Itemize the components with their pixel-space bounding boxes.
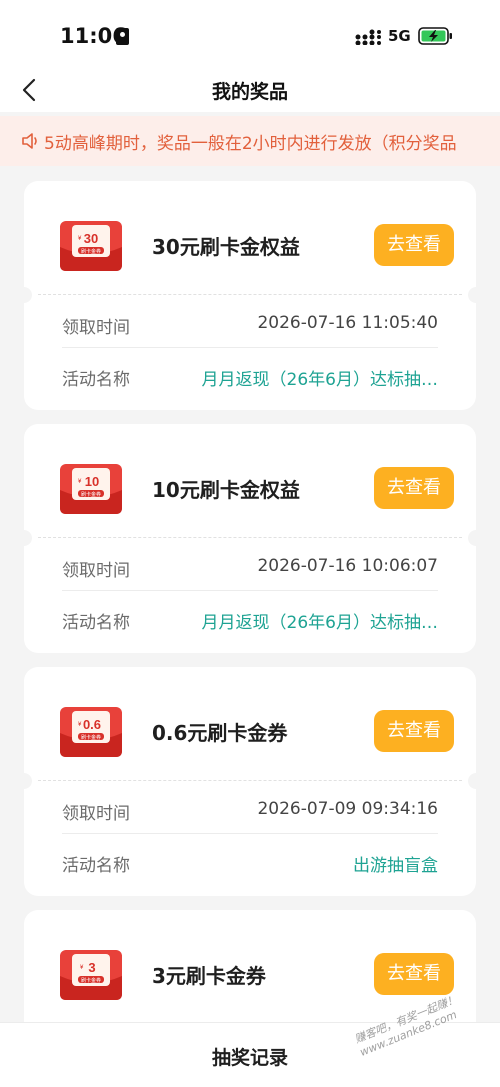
signal-icon [355, 29, 381, 45]
view-button[interactable]: 去查看 [374, 467, 454, 509]
time-value: 2026-07-09 09:34:16 [257, 799, 438, 819]
time-label: 领取时间 [62, 804, 130, 824]
network-label: 5G [388, 27, 411, 45]
notice-text: 5动高峰期时，奖品一般在2小时内进行发放（积分奖品 [44, 134, 457, 154]
dashed-divider [38, 780, 462, 781]
badge-value: 10 [85, 474, 99, 489]
badge-value: 0.6 [83, 717, 101, 732]
row-divider [62, 347, 438, 348]
prize-name: 30元刷卡金权益 [152, 235, 300, 259]
badge-value: 30 [84, 231, 98, 246]
speaker-icon [22, 133, 37, 149]
badge-sub: 刷卡金券 [81, 491, 101, 498]
red-envelope-icon: 3 ¥ 刷卡金券 [60, 950, 122, 1000]
view-button[interactable]: 去查看 [374, 953, 454, 995]
sim-card-icon [116, 28, 129, 45]
time-value: 2026-07-16 10:06:07 [257, 556, 438, 576]
red-envelope-icon: 10 ¥ 刷卡金券 [60, 464, 122, 514]
time-label: 领取时间 [62, 561, 130, 581]
activity-label: 活动名称 [62, 370, 130, 390]
time-label: 领取时间 [62, 318, 130, 338]
dashed-divider [38, 537, 462, 538]
prize-card: 0.6 ¥ 刷卡金券 0.6元刷卡金券 去查看 领取时间 2026-07-09 … [16, 667, 484, 896]
activity-link[interactable]: 月月返现（26年6月）达标抽… [202, 365, 438, 390]
dashed-divider [38, 294, 462, 295]
prize-card: 10 ¥ 刷卡金券 10元刷卡金权益 去查看 领取时间 2026-07-16 1… [16, 424, 484, 653]
time-value: 2026-07-16 11:05:40 [257, 313, 438, 333]
badge-sub: 刷卡金券 [81, 248, 101, 255]
badge-sub: 刷卡金券 [81, 977, 101, 984]
row-divider [62, 833, 438, 834]
view-button[interactable]: 去查看 [374, 710, 454, 752]
badge-value: 3 [88, 960, 95, 975]
badge-sub: 刷卡金券 [81, 734, 101, 741]
activity-link[interactable]: 月月返现（26年6月）达标抽… [202, 608, 438, 633]
notice-bar: 5动高峰期时，奖品一般在2小时内进行发放（积分奖品 [0, 116, 500, 166]
red-envelope-icon: 30 ¥ 刷卡金券 [60, 221, 122, 271]
red-envelope-icon: 0.6 ¥ 刷卡金券 [60, 707, 122, 757]
prize-name: 0.6元刷卡金券 [152, 721, 288, 745]
row-divider [62, 590, 438, 591]
prize-name: 3元刷卡金券 [152, 964, 266, 988]
activity-link[interactable]: 出游抽盲盒 [353, 851, 438, 876]
page-title: 我的奖品 [211, 81, 288, 103]
activity-label: 活动名称 [62, 856, 130, 876]
activity-label: 活动名称 [62, 613, 130, 633]
lottery-record-button[interactable]: 抽奖记录 [0, 1043, 500, 1070]
prize-card: 30 ¥ 刷卡金券 30元刷卡金权益 去查看 领取时间 2026-07-16 1… [16, 181, 484, 410]
nav-bar: 我的奖品 [0, 68, 500, 112]
view-button[interactable]: 去查看 [374, 224, 454, 266]
battery-charging-icon [418, 27, 452, 45]
prize-name: 10元刷卡金权益 [152, 478, 300, 502]
status-bar: 11:06 5G [0, 0, 500, 68]
